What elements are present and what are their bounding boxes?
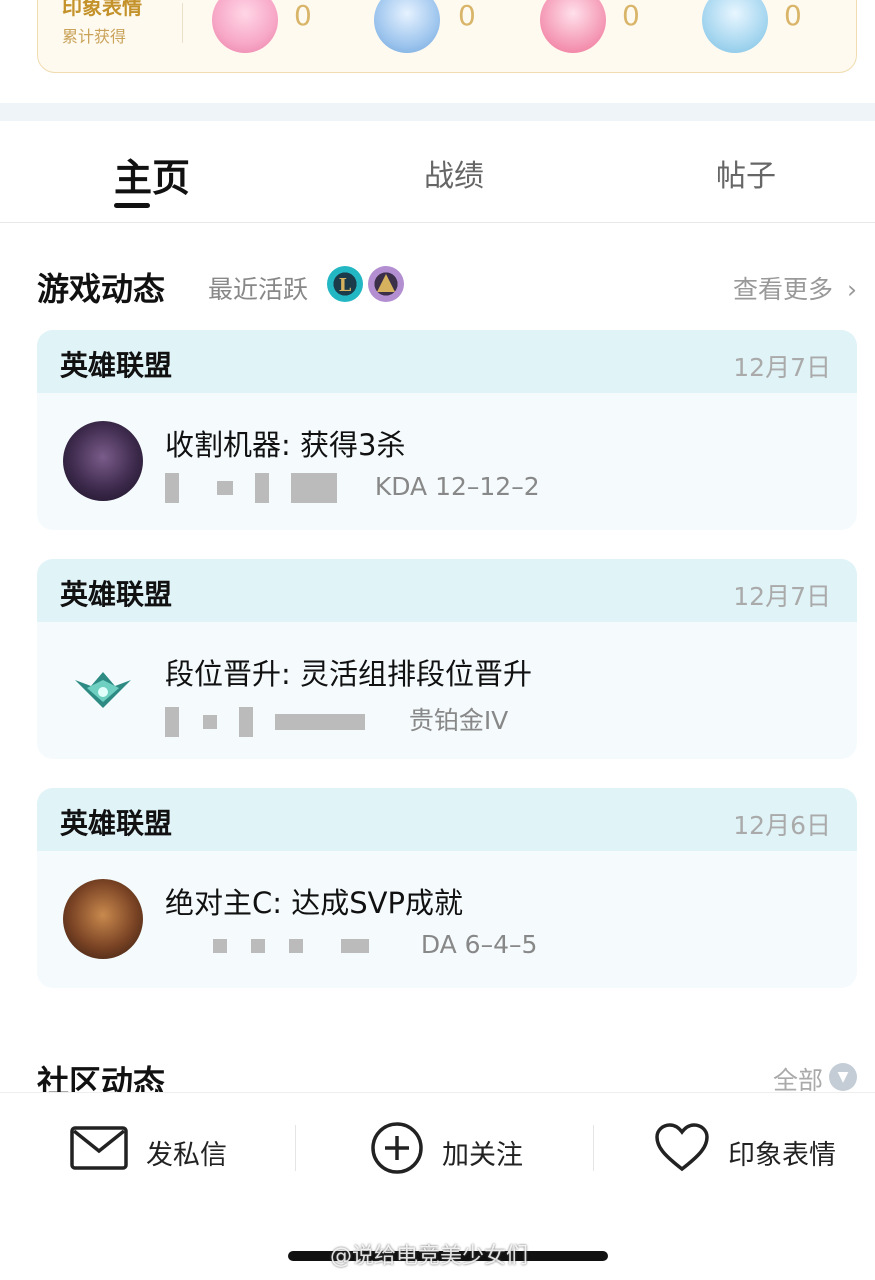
feed-detail: 贵铂金IV <box>165 701 508 737</box>
divider <box>182 3 183 43</box>
redacted-pixel <box>340 939 369 953</box>
feed-date: 12月7日 <box>733 582 831 611</box>
impression-emoji-button[interactable]: 印象表情 <box>654 1123 854 1179</box>
redacted-pixel <box>254 473 269 503</box>
kda-text: KDA 12–12–2 <box>374 472 540 501</box>
emoji-count: 0 <box>622 0 640 32</box>
impression-title: 印象表情 <box>62 0 142 19</box>
redacted-pixel <box>165 707 179 737</box>
community-header: 社区动态 全部 ▼ <box>37 1055 857 1101</box>
impression-card[interactable]: 印象表情 累计获得 0 0 0 0 <box>37 0 857 73</box>
redacted-pixel <box>274 714 365 730</box>
send-message-label: 发私信 <box>146 1140 227 1171</box>
rank-text: 贵铂金IV <box>408 706 509 735</box>
divider <box>295 1125 296 1171</box>
feed-game-name: 英雄联盟 <box>60 807 173 840</box>
feed-date: 12月6日 <box>733 811 831 840</box>
divider <box>593 1125 594 1171</box>
profile-page: 印象表情 累计获得 0 0 0 0 主页 战绩 帖子 游戏动态 最近活跃 L 查… <box>0 0 875 1280</box>
heart-icon <box>654 1123 710 1177</box>
feed-card-header: 英雄联盟 12月7日 <box>37 559 857 622</box>
active-tab-indicator <box>114 203 150 208</box>
lol-icon: L <box>327 266 363 302</box>
redacted-pixel <box>202 715 217 729</box>
profile-tabs: 主页 战绩 帖子 <box>0 121 875 223</box>
redacted-pixel <box>216 481 233 495</box>
impression-subtitle: 累计获得 <box>62 27 127 46</box>
feed-card-header: 英雄联盟 12月6日 <box>37 788 857 851</box>
feed-card-header: 英雄联盟 12月7日 <box>37 330 857 393</box>
emoji-avatar-1-icon[interactable] <box>212 0 278 53</box>
kda-text: DA 6–4–5 <box>420 930 538 959</box>
view-more-label: 查看更多 <box>733 275 834 304</box>
impression-emoji-label: 印象表情 <box>728 1140 836 1171</box>
feed-date: 12月7日 <box>733 353 831 382</box>
emoji-avatar-3-icon[interactable] <box>540 0 606 53</box>
rank-emblem-icon <box>63 650 143 730</box>
watermark-text: @说给电竞美少女们 <box>330 1244 529 1269</box>
redacted-pixel <box>238 707 253 737</box>
feed-game-name: 英雄联盟 <box>60 578 173 611</box>
champion-avatar <box>63 421 143 501</box>
emoji-count: 0 <box>294 0 312 32</box>
recent-active-label: 最近活跃 <box>208 275 309 304</box>
mail-icon <box>70 1125 128 1175</box>
redacted-pixel <box>288 939 303 953</box>
feed-title: 段位晋升: 灵活组排段位晋升 <box>165 657 532 691</box>
chevron-down-icon[interactable]: ▼ <box>829 1063 857 1091</box>
section-separator <box>0 103 875 121</box>
follow-button[interactable]: 加关注 <box>370 1121 570 1179</box>
follow-label: 加关注 <box>442 1140 523 1171</box>
svg-text:L: L <box>339 275 352 296</box>
redacted-pixel <box>250 939 265 953</box>
bottom-action-bar: 发私信 加关注 印象表情 @说给电竞美少女们 <box>0 1092 875 1280</box>
redacted-pixel <box>213 939 227 953</box>
redacted-pixel <box>165 473 179 503</box>
game-feed-title: 游戏动态 <box>37 270 166 308</box>
tab-home[interactable]: 主页 <box>114 147 190 202</box>
view-more-link[interactable]: 查看更多 › <box>733 270 857 306</box>
redacted-pixel <box>290 473 337 503</box>
tab-records[interactable]: 战绩 <box>424 151 484 195</box>
feed-title: 收割机器: 获得3杀 <box>165 428 406 462</box>
champion-avatar <box>63 879 143 959</box>
send-message-button[interactable]: 发私信 <box>70 1123 270 1179</box>
feed-game-name: 英雄联盟 <box>60 349 173 382</box>
feed-card[interactable]: 英雄联盟 12月7日 段位晋升: 灵活组排段位晋升 贵铂金IV <box>37 559 857 759</box>
feed-detail: DA 6–4–5 <box>165 930 537 959</box>
game-feed-header: 游戏动态 最近活跃 L 查看更多 › <box>37 262 857 308</box>
emoji-count: 0 <box>784 0 802 32</box>
tab-posts[interactable]: 帖子 <box>716 151 776 195</box>
emoji-avatar-4-icon[interactable] <box>702 0 768 53</box>
emoji-avatar-2-icon[interactable] <box>374 0 440 53</box>
emoji-count: 0 <box>458 0 476 32</box>
plus-circle-icon <box>370 1121 424 1179</box>
feed-card[interactable]: 英雄联盟 12月7日 收割机器: 获得3杀 KDA 12–12–2 <box>37 330 857 530</box>
chevron-right-icon: › <box>847 275 857 304</box>
tft-icon <box>368 266 404 302</box>
feed-card[interactable]: 英雄联盟 12月6日 绝对主C: 达成SVP成就 DA 6–4–5 <box>37 788 857 988</box>
feed-detail: KDA 12–12–2 <box>165 472 540 503</box>
feed-title: 绝对主C: 达成SVP成就 <box>165 886 463 920</box>
